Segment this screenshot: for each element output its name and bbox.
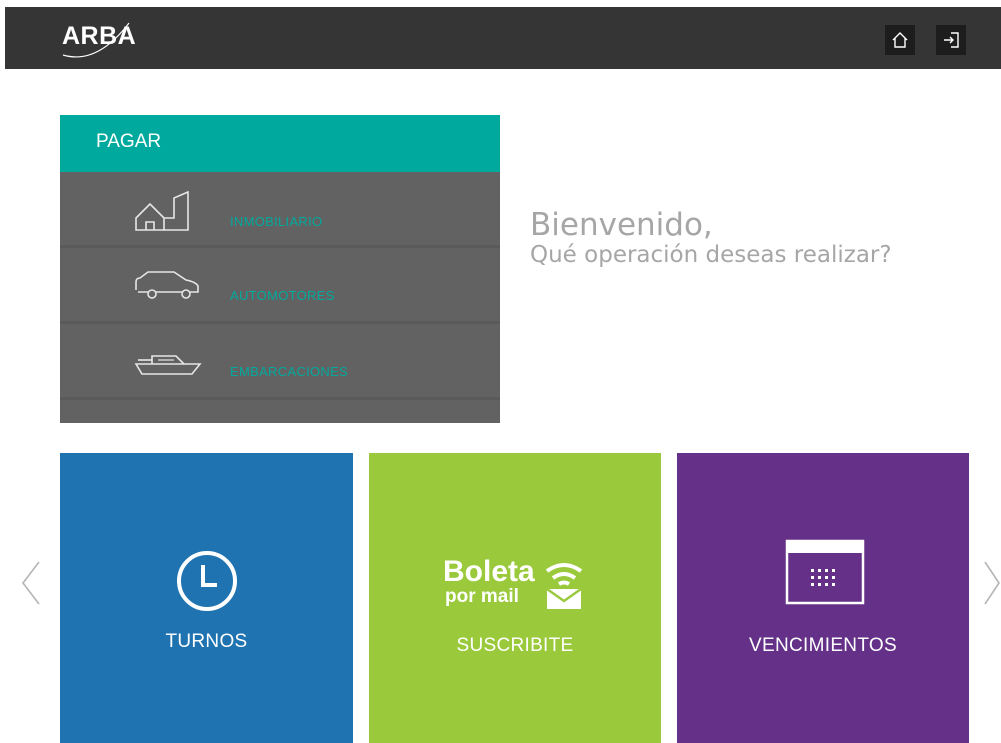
home-button[interactable]	[885, 25, 915, 55]
welcome-subtitle: Qué operación deseas realizar?	[530, 242, 892, 268]
arba-logo[interactable]: ARBA	[62, 22, 136, 51]
pay-item-inmobiliario[interactable]: INMOBILIARIO	[60, 172, 500, 248]
logo-line2: por mail	[445, 586, 519, 607]
car-icon	[135, 271, 199, 299]
tile-vencimientos[interactable]: VENCIMIENTOS	[677, 453, 969, 743]
pagar-panel: PAGAR INMOBILIARIO AUTOMOTORES EMBARCACI…	[60, 115, 500, 423]
boat-icon	[134, 355, 202, 375]
clock-icon	[177, 551, 237, 611]
calendar-icon	[785, 539, 865, 605]
tile-suscribite[interactable]: Boleta por mail SUSCRIBITE	[369, 453, 661, 743]
pay-item-label: EMBARCACIONES	[230, 364, 349, 379]
house-building-icon	[135, 190, 189, 231]
login-button[interactable]	[936, 25, 966, 55]
welcome-message: Bienvenido, Qué operación deseas realiza…	[530, 208, 892, 268]
pay-item-embarcaciones[interactable]: EMBARCACIONES	[60, 324, 500, 400]
tile-label: VENCIMIENTOS	[749, 635, 897, 656]
tile-label: SUSCRIBITE	[456, 635, 574, 656]
pagar-header: PAGAR	[60, 115, 500, 172]
pay-item-label: INMOBILIARIO	[230, 214, 323, 229]
carousel-next-arrow[interactable]	[982, 560, 1001, 606]
welcome-title: Bienvenido,	[530, 207, 713, 243]
logo-line1: Boleta	[443, 555, 535, 588]
pay-item-automotores[interactable]: AUTOMOTORES	[60, 248, 500, 324]
tile-label: TURNOS	[165, 631, 248, 652]
boleta-por-mail-logo: Boleta por mail	[443, 557, 593, 617]
pay-item-label: AUTOMOTORES	[230, 288, 335, 303]
tile-turnos[interactable]: TURNOS	[60, 453, 353, 743]
wifi-mail-icon	[545, 563, 583, 609]
top-bar: ARBA	[5, 7, 1001, 69]
home-icon	[892, 32, 908, 48]
pagar-title: PAGAR	[96, 131, 162, 152]
login-icon	[944, 32, 959, 48]
carousel-prev-arrow[interactable]	[20, 560, 42, 606]
